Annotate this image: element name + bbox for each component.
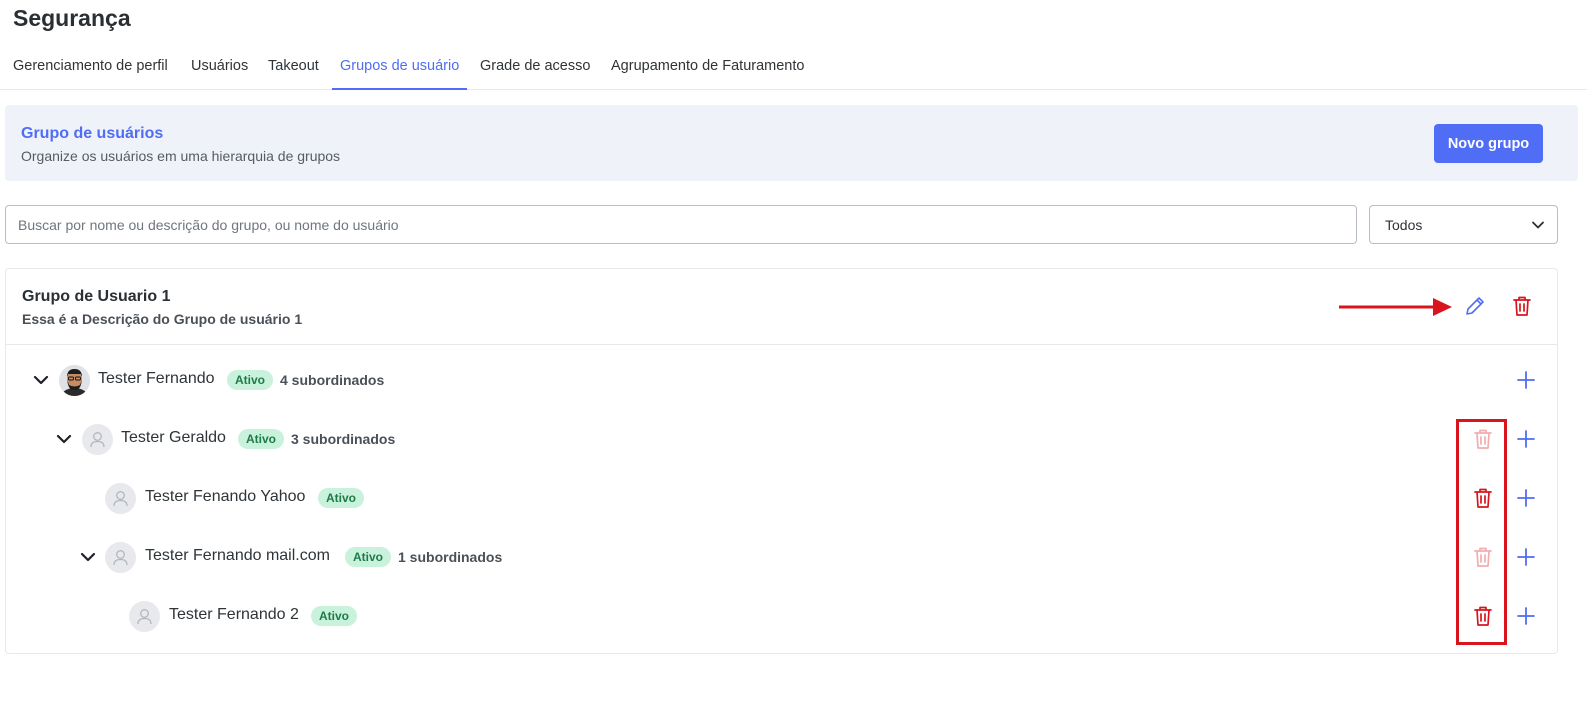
group-card: Grupo de Usuario 1 Essa é a Descrição do… — [5, 268, 1558, 654]
avatar — [105, 542, 136, 573]
plus-icon[interactable] — [1514, 604, 1538, 628]
status-filter-select[interactable]: Todos — [1369, 205, 1558, 244]
avatar — [59, 365, 90, 396]
member-name: Tester Fernando 2 — [169, 606, 299, 623]
page-title: Segurança — [13, 5, 131, 31]
new-group-button[interactable]: Novo grupo — [1434, 124, 1543, 163]
status-badge: Ativo — [238, 429, 284, 449]
arrow-right-icon — [1339, 298, 1452, 316]
tab-user-groups[interactable]: Grupos de usuário — [332, 48, 468, 90]
plus-icon[interactable] — [1514, 486, 1538, 510]
pencil-icon[interactable] — [1463, 294, 1487, 318]
subordinates-count: 3 subordinados — [291, 431, 396, 447]
member-name: Tester Fenando Yahoo — [145, 488, 306, 505]
user-icon — [90, 432, 105, 448]
group-description: Essa é a Descrição do Grupo de usuário 1 — [22, 311, 303, 327]
subordinates-count: 4 subordinados — [280, 372, 385, 388]
group-card-header: Grupo de Usuario 1 Essa é a Descrição do… — [6, 269, 1557, 345]
member-name: Tester Fernando mail.com — [145, 547, 330, 564]
annotation-highlight-box — [1456, 419, 1507, 645]
member-name: Tester Fernando — [98, 370, 215, 387]
plus-icon[interactable] — [1514, 427, 1538, 451]
chevron-down-icon — [1532, 221, 1544, 229]
avatar — [105, 483, 136, 514]
tab-billing-grouping[interactable]: Agrupamento de Faturamento — [603, 48, 812, 90]
status-badge: Ativo — [345, 547, 391, 567]
chevron-down-icon[interactable] — [55, 430, 73, 448]
member-row: Tester Fenando Yahoo Ativo — [6, 469, 1557, 528]
avatar — [82, 424, 113, 455]
member-name: Tester Geraldo — [121, 429, 226, 446]
member-row: Tester Fernando 2 Ativo — [6, 587, 1557, 646]
status-badge: Ativo — [318, 488, 364, 508]
user-icon — [137, 609, 152, 625]
avatar — [129, 601, 160, 632]
tab-users[interactable]: Usuários — [183, 48, 256, 90]
section-subtitle: Organize os usuários em uma hierarquia d… — [21, 148, 341, 164]
tab-access-grid[interactable]: Grade de acesso — [472, 48, 598, 90]
member-row: Tester Fernando mail.com Ativo 1 subordi… — [6, 528, 1557, 587]
plus-icon[interactable] — [1514, 368, 1538, 392]
tab-bar: Gerenciamento de perfil Usuários Takeout… — [0, 48, 1587, 90]
search-input[interactable] — [5, 205, 1357, 244]
member-row: Tester Geraldo Ativo 3 subordinados — [6, 410, 1557, 469]
trash-icon[interactable] — [1510, 294, 1534, 318]
chevron-down-icon[interactable] — [79, 548, 97, 566]
chevron-down-icon[interactable] — [32, 371, 50, 389]
tab-takeout[interactable]: Takeout — [260, 48, 327, 90]
status-badge: Ativo — [311, 606, 357, 626]
user-photo-icon — [59, 365, 90, 396]
user-icon — [113, 491, 128, 507]
section-banner: Grupo de usuários Organize os usuários e… — [5, 105, 1578, 181]
user-icon — [113, 550, 128, 566]
status-badge: Ativo — [227, 370, 273, 390]
subordinates-count: 1 subordinados — [398, 549, 503, 565]
section-title: Grupo de usuários — [21, 125, 164, 142]
status-filter-value: Todos — [1385, 217, 1423, 233]
plus-icon[interactable] — [1514, 545, 1538, 569]
group-name: Grupo de Usuario 1 — [22, 288, 171, 305]
member-row: Tester Fernando Ativo 4 subordinados — [6, 351, 1557, 410]
tab-profile-management[interactable]: Gerenciamento de perfil — [5, 48, 176, 90]
